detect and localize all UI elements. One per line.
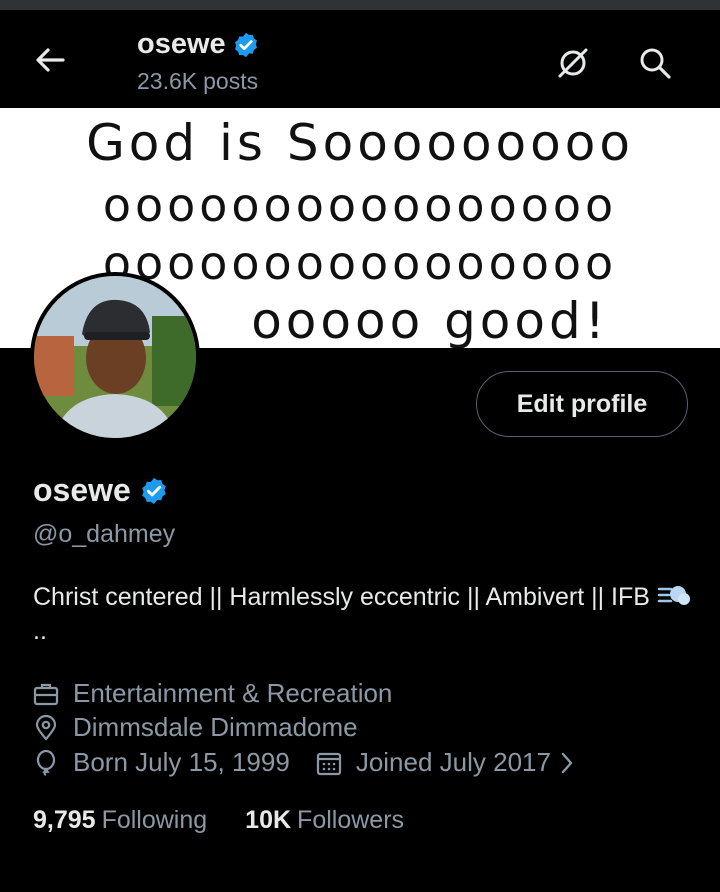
back-arrow-icon — [36, 48, 65, 72]
avatar[interactable] — [30, 272, 200, 442]
grok-icon — [558, 48, 588, 78]
following-label: Following — [101, 806, 208, 834]
followers-link[interactable]: 10K Followers — [245, 806, 404, 835]
verified-badge-icon — [234, 32, 257, 57]
followers-label: Followers — [297, 806, 405, 834]
dash-wind-emoji-icon — [657, 586, 690, 605]
search-button[interactable] — [635, 43, 675, 83]
profile-handle: @o_dahmey — [33, 520, 176, 548]
location-pin-icon — [35, 714, 57, 741]
window-top-bar — [0, 0, 720, 10]
following-link[interactable]: 9,795 Following — [33, 806, 207, 835]
followers-count: 10K — [245, 806, 292, 834]
profile-name: osewe — [33, 472, 131, 508]
banner-line-2: oooooooooooooooo — [102, 178, 618, 232]
profile-name-row: osewe — [33, 472, 169, 509]
following-count: 9,795 — [33, 806, 96, 834]
posts-count: 23.6K — [137, 68, 198, 94]
header-name-row: osewe — [137, 28, 260, 61]
posts-label: posts — [203, 68, 259, 94]
follow-stats: 9,795 Following 10K Followers — [33, 806, 404, 835]
edit-profile-button[interactable]: Edit profile — [476, 371, 688, 437]
bio-text: Christ centered || Harmlessly eccentric … — [33, 583, 650, 611]
profile-bio: Christ centered || Harmlessly eccentric … — [33, 580, 703, 648]
header-post-count: 23.6K posts — [137, 68, 258, 95]
chevron-right-icon — [561, 752, 573, 773]
header-name: osewe — [137, 28, 226, 60]
grok-button[interactable] — [553, 43, 593, 83]
banner-line-1: God is Sooooooooo — [86, 114, 634, 172]
location-text: Dimmsdale Dimmadome — [73, 712, 358, 742]
profile-location: Dimmsdale Dimmadome — [33, 712, 358, 743]
profile-header: osewe 23.6K posts — [0, 10, 720, 108]
avatar-photo — [34, 276, 196, 438]
verified-badge-icon — [142, 477, 166, 504]
calendar-icon — [316, 752, 341, 775]
profile-dates[interactable]: Born July 15, 1999 Joined July 2017 — [33, 747, 575, 778]
back-button[interactable] — [30, 42, 70, 78]
briefcase-icon — [33, 683, 59, 705]
joined-text: Joined July 2017 — [355, 747, 551, 777]
category-text: Entertainment & Recreation — [73, 678, 393, 708]
search-icon — [640, 48, 671, 79]
birthday-text: Born July 15, 1999 — [73, 747, 290, 777]
bio-tail: .. — [33, 617, 47, 645]
profile-category: Entertainment & Recreation — [33, 678, 392, 709]
balloon-icon — [36, 749, 56, 776]
